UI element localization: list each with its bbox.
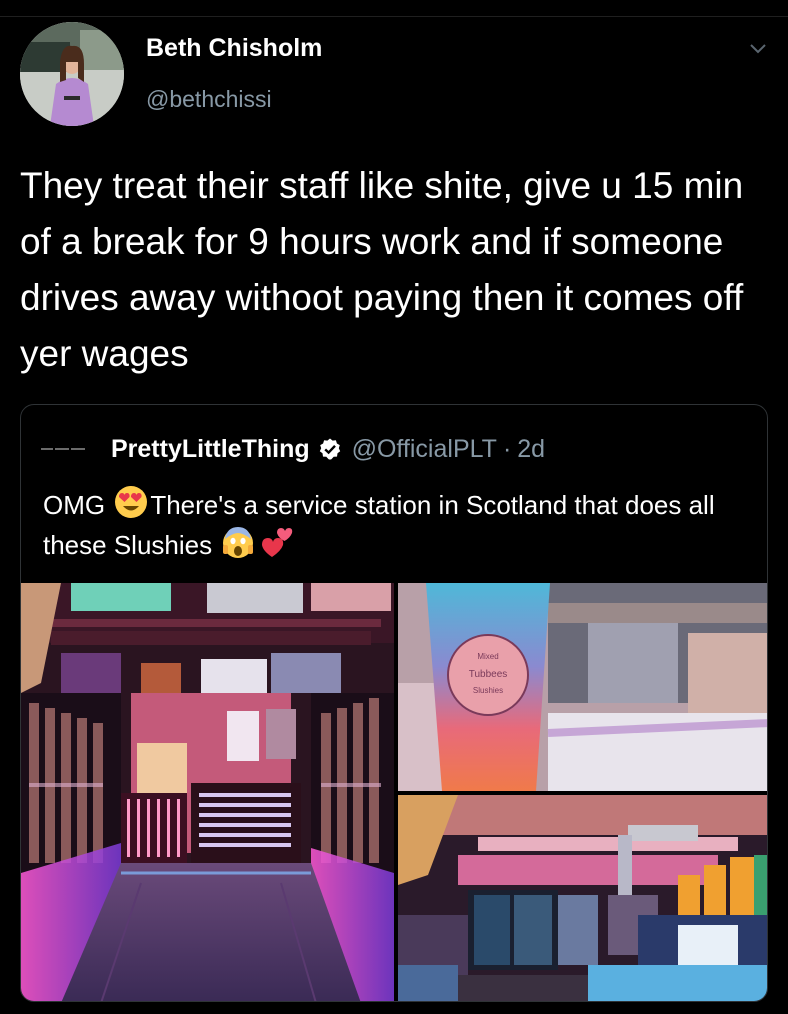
photo-store-interior[interactable] xyxy=(21,583,394,1001)
verified-badge-icon xyxy=(319,438,340,460)
photo-slushie-machines[interactable] xyxy=(398,795,767,1001)
heart-eyes-emoji xyxy=(115,486,148,518)
cup-label-line1: Mixed xyxy=(477,652,498,661)
quoted-author-name[interactable]: PrettyLittleThing xyxy=(111,435,310,464)
quoted-timestamp[interactable]: 2d xyxy=(517,435,545,464)
quoted-tweet-header: PrettyLittleThing @OfficialPLT · 2d xyxy=(41,431,545,467)
photo-slushie-cup[interactable]: Mixed Tubbees Slushies xyxy=(398,583,767,791)
two-hearts-emoji xyxy=(262,528,293,557)
scream-emoji xyxy=(223,527,254,558)
brand-avatar[interactable] xyxy=(41,445,85,453)
cup-label-line3: Slushies xyxy=(473,686,503,695)
quoted-tweet-card[interactable]: PrettyLittleThing @OfficialPLT · 2d OMG … xyxy=(20,404,768,1002)
author-avatar[interactable] xyxy=(20,22,124,126)
tweet-text: They treat their staff like shite, give … xyxy=(20,165,744,374)
author-name[interactable]: Beth Chisholm xyxy=(146,34,322,63)
quoted-text-part1: OMG xyxy=(43,490,106,520)
top-divider xyxy=(0,16,788,17)
meta-separator: · xyxy=(502,434,512,463)
chevron-down-icon[interactable] xyxy=(748,38,768,58)
author-handle[interactable]: @bethchissi xyxy=(146,86,272,113)
quoted-author-handle[interactable]: @OfficialPLT xyxy=(352,435,497,464)
quoted-tweet-text: OMG There's a service station in Scotlan… xyxy=(43,485,743,565)
cup-label-line2: Tubbees xyxy=(469,669,508,680)
